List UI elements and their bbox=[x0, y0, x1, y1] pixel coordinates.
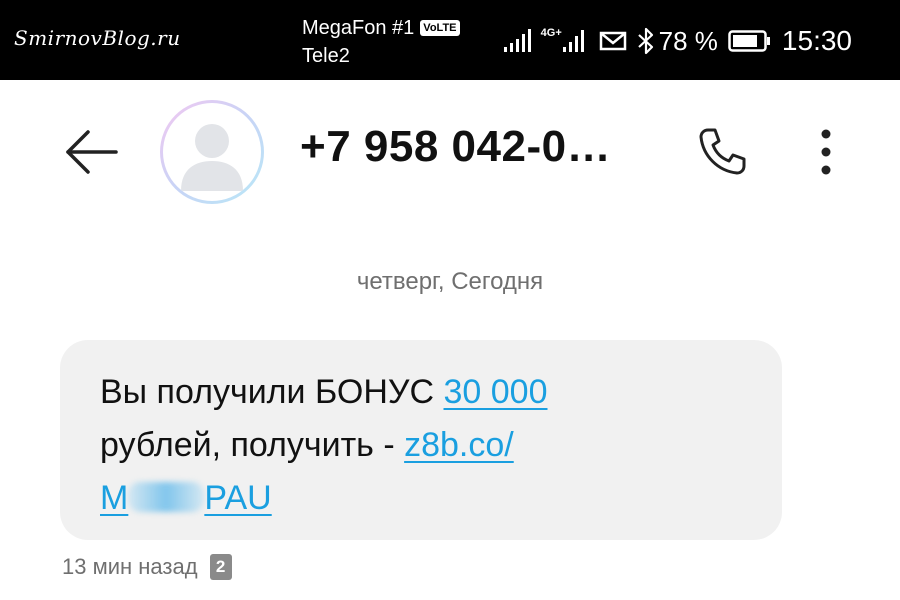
more-vertical-icon bbox=[821, 129, 831, 175]
phone-icon bbox=[699, 128, 746, 175]
status-icons: 4G+ 78 % 15:30 bbox=[503, 22, 852, 60]
avatar[interactable] bbox=[160, 100, 264, 204]
network-badge: 4G+ bbox=[540, 27, 562, 39]
clock: 15:30 bbox=[781, 25, 852, 56]
message-meta: 13 мин назад 2 bbox=[62, 554, 232, 580]
call-button[interactable] bbox=[694, 124, 750, 180]
arrow-left-icon bbox=[66, 130, 118, 174]
message-icon bbox=[599, 30, 627, 52]
link-url-prefix: M bbox=[100, 479, 129, 517]
carrier-info: MegaFon #1 VoLTE Tele2 bbox=[302, 14, 460, 70]
contact-name[interactable]: +7 958 042-0… bbox=[300, 122, 611, 172]
date-separator: четверг, Сегодня bbox=[356, 268, 544, 295]
message-timestamp: 13 мин назад bbox=[62, 554, 198, 579]
link-url-continued[interactable]: M PAU bbox=[100, 479, 272, 517]
battery-icon bbox=[728, 29, 772, 53]
carrier-primary: MegaFon #1 bbox=[302, 17, 415, 39]
battery-level: 78 % bbox=[658, 25, 718, 56]
sim-badge: 2 bbox=[209, 554, 232, 580]
conversation-header: +7 958 042-0… bbox=[0, 80, 900, 220]
watermark: SmirnovBlog.ru bbox=[14, 26, 181, 50]
status-bar: SmirnovBlog.ru MegaFon #1 VoLTE Tele2 4G… bbox=[0, 0, 900, 80]
signal-4g-icon: 4G+ bbox=[540, 27, 589, 53]
message-text-2: рублей, получить - bbox=[100, 426, 405, 464]
person-icon bbox=[181, 124, 243, 191]
carrier-secondary: Tele2 bbox=[302, 45, 350, 67]
redacted-blur bbox=[128, 482, 205, 512]
back-button[interactable] bbox=[62, 128, 122, 176]
link-url-suffix: PAU bbox=[204, 479, 272, 517]
link-url[interactable]: z8b.co/ bbox=[404, 426, 514, 464]
link-amount[interactable]: 30 000 bbox=[444, 373, 548, 411]
message-bubble[interactable]: Вы получили БОНУС 30 000 рублей, получит… bbox=[60, 340, 782, 540]
avatar-placeholder bbox=[163, 103, 261, 201]
more-options-button[interactable] bbox=[808, 124, 844, 180]
message-text-1: Вы получили БОНУС bbox=[100, 373, 444, 411]
volte-badge: VoLTE bbox=[420, 20, 460, 36]
bluetooth-icon bbox=[637, 27, 655, 55]
signal-icon bbox=[503, 29, 531, 53]
